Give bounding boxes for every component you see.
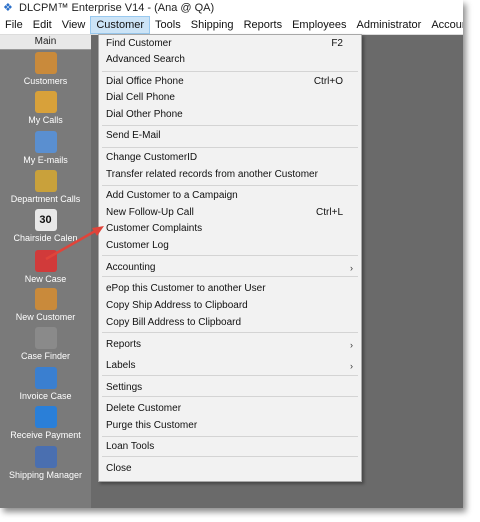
annotation-arrow-line — [45, 228, 98, 261]
annotation-arrow — [45, 226, 104, 261]
application-window: ❖ DLCPM™ Enterprise V14 - (Ana @ QA) Fil… — [0, 0, 463, 508]
